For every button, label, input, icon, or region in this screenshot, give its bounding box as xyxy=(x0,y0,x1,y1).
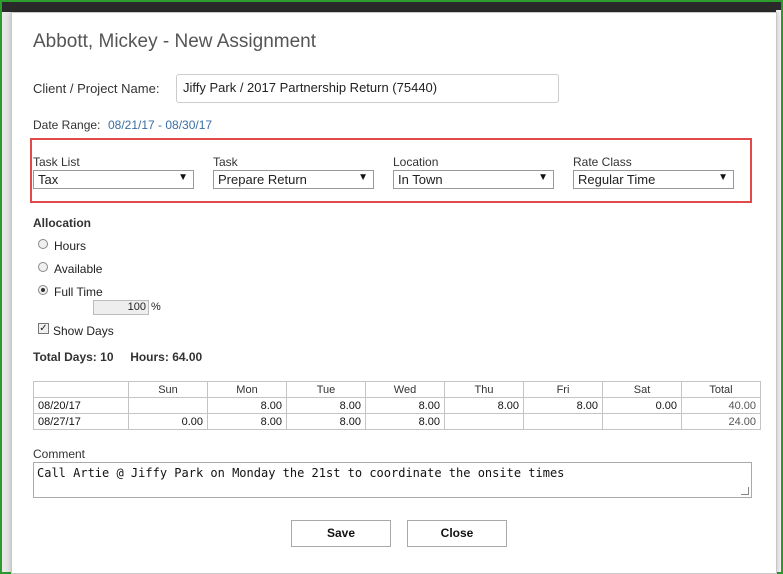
close-button[interactable]: Close xyxy=(407,520,507,547)
full-time-label: Full Time xyxy=(54,285,103,299)
resize-handle-icon[interactable] xyxy=(741,487,749,495)
percent-symbol: % xyxy=(151,301,161,313)
day-cell[interactable] xyxy=(523,413,603,430)
dropdown-arrow-icon: ▼ xyxy=(178,172,188,183)
task-list-label: Task List xyxy=(33,155,80,169)
day-cell[interactable] xyxy=(128,397,208,414)
day-cell[interactable]: 8.00 xyxy=(286,397,366,414)
comment-label: Comment xyxy=(33,447,86,461)
total-days-label: Total Days: xyxy=(33,350,97,364)
total-days-value: 10 xyxy=(100,350,114,364)
day-cell[interactable]: 8.00 xyxy=(207,413,287,430)
table-row: 08/20/17 8.00 8.00 8.00 8.00 8.00 0.00 4… xyxy=(33,397,761,414)
day-cell[interactable]: 8.00 xyxy=(365,397,445,414)
task-list-value: Tax xyxy=(38,172,59,187)
column-header: Thu xyxy=(444,381,524,398)
table-header-row: Sun Mon Tue Wed Thu Fri Sat Total xyxy=(33,381,761,398)
week-cell: 08/20/17 xyxy=(33,397,129,414)
location-label: Location xyxy=(393,155,439,169)
day-cell[interactable]: 0.00 xyxy=(128,413,208,430)
hours-label: Hours xyxy=(54,239,87,253)
column-header: Wed xyxy=(365,381,445,398)
comment-text: Call Artie @ Jiffy Park on Monday the 21… xyxy=(37,466,565,480)
show-days-label: Show Days xyxy=(53,324,114,338)
total-cell: 40.00 xyxy=(681,397,761,414)
save-button[interactable]: Save xyxy=(291,520,391,547)
dropdown-arrow-icon: ▼ xyxy=(358,172,368,183)
comment-textarea[interactable]: Call Artie @ Jiffy Park on Monday the 21… xyxy=(33,462,752,498)
task-value: Prepare Return xyxy=(218,172,307,187)
day-cell[interactable]: 8.00 xyxy=(365,413,445,430)
day-cell[interactable]: 8.00 xyxy=(444,397,524,414)
rate-class-select[interactable]: Regular Time ▼ xyxy=(573,170,734,189)
client-project-label: Client / Project Name: xyxy=(33,81,160,96)
day-cell[interactable] xyxy=(444,413,524,430)
day-cell[interactable]: 8.00 xyxy=(523,397,603,414)
column-header: Fri xyxy=(523,381,603,398)
day-cell[interactable]: 0.00 xyxy=(602,397,682,414)
column-header: Sat xyxy=(602,381,682,398)
location-select[interactable]: In Town ▼ xyxy=(393,170,554,189)
day-cell[interactable]: 8.00 xyxy=(207,397,287,414)
percent-value: 100 xyxy=(127,301,146,313)
background-toolbar xyxy=(2,2,781,12)
available-label: Available xyxy=(54,262,103,276)
column-header xyxy=(33,381,129,398)
total-days: Total Days: 10 Hours: 64.00 xyxy=(33,350,202,364)
task-select[interactable]: Prepare Return ▼ xyxy=(213,170,374,189)
dropdown-arrow-icon: ▼ xyxy=(538,172,548,183)
table-row: 08/27/17 0.00 8.00 8.00 8.00 24.00 xyxy=(33,413,761,430)
allocation-heading: Allocation xyxy=(33,216,92,230)
rate-class-value: Regular Time xyxy=(578,172,656,187)
total-cell: 24.00 xyxy=(681,413,761,430)
rate-class-label: Rate Class xyxy=(573,155,632,169)
new-assignment-dialog: Abbott, Mickey - New Assignment Client /… xyxy=(11,12,777,574)
date-range-label: Date Range: xyxy=(33,118,101,132)
location-value: In Town xyxy=(398,172,443,187)
total-hours-value: 64.00 xyxy=(172,350,203,364)
hours-radio[interactable] xyxy=(38,239,48,249)
column-header: Total xyxy=(681,381,761,398)
show-days-checkbox[interactable]: ✓ xyxy=(38,323,49,334)
dialog-title: Abbott, Mickey - New Assignment xyxy=(33,31,316,52)
full-time-radio[interactable] xyxy=(38,285,48,295)
available-radio[interactable] xyxy=(38,262,48,272)
schedule-table: Sun Mon Tue Wed Thu Fri Sat Total 08/20/… xyxy=(33,381,761,430)
column-header: Tue xyxy=(286,381,366,398)
total-hours-label: Hours: xyxy=(130,350,169,364)
column-header: Sun xyxy=(128,381,208,398)
task-label: Task xyxy=(213,155,238,169)
client-project-value: Jiffy Park / 2017 Partnership Return (75… xyxy=(183,80,438,95)
column-header: Mon xyxy=(207,381,287,398)
day-cell[interactable] xyxy=(602,413,682,430)
client-project-field[interactable]: Jiffy Park / 2017 Partnership Return (75… xyxy=(176,74,559,103)
percent-input[interactable]: 100 xyxy=(93,300,149,315)
week-cell: 08/27/17 xyxy=(33,413,129,430)
task-list-select[interactable]: Tax ▼ xyxy=(33,170,194,189)
date-range-value: 08/21/17 - 08/30/17 xyxy=(108,118,213,132)
day-cell[interactable]: 8.00 xyxy=(286,413,366,430)
dropdown-arrow-icon: ▼ xyxy=(718,172,728,183)
